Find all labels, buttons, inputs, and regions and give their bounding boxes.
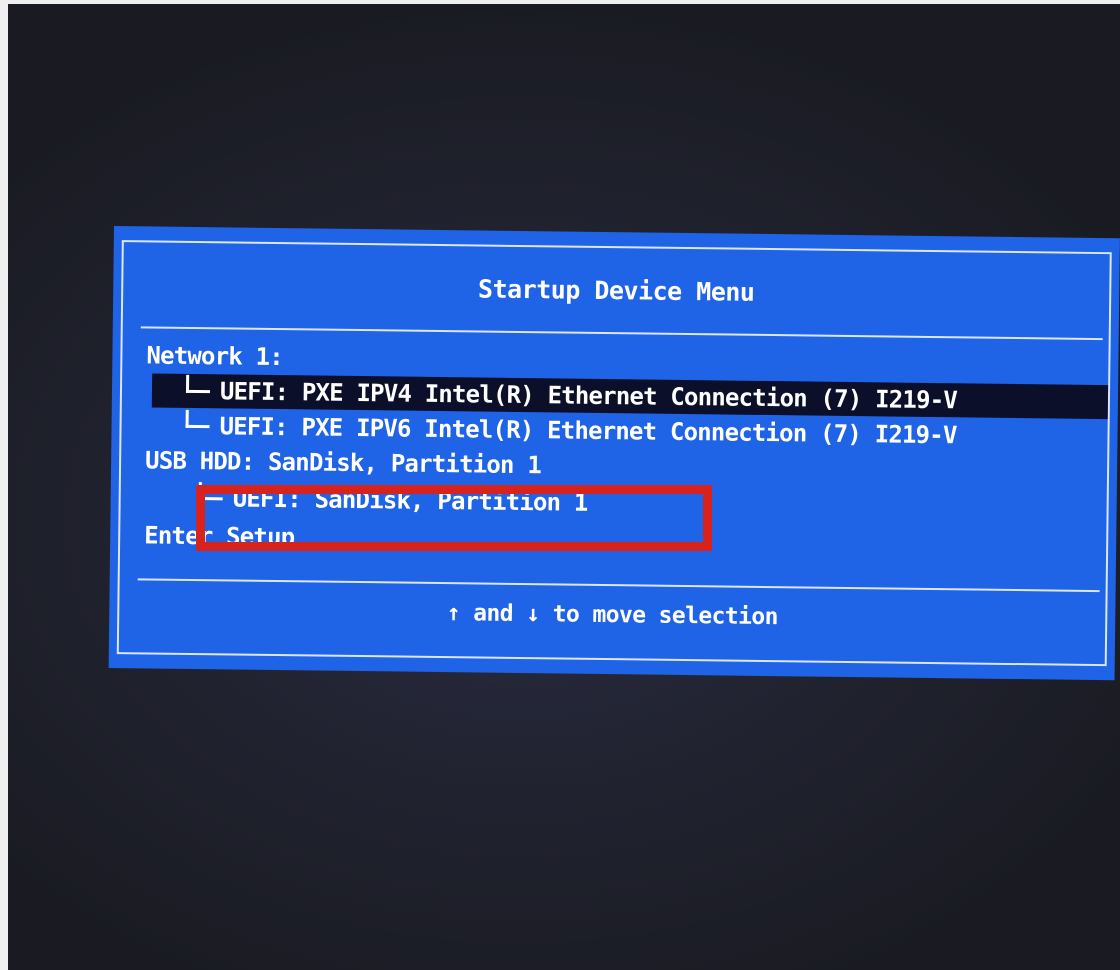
tree-branch-icon [185, 374, 211, 394]
menu-item-label: USB HDD: SanDisk, Partition 1 [144, 446, 542, 480]
menu-item-label: UEFI: PXE IPV4 Intel(R) Ethernet Connect… [219, 377, 958, 415]
photo-edge-top [0, 0, 1120, 4]
menu-item-label: UEFI: PXE IPV6 Intel(R) Ethernet Connect… [219, 412, 957, 450]
startup-device-menu: Startup Device Menu Network 1: UEFI: PXE… [108, 226, 1120, 681]
menu-item-label: Network 1: [146, 341, 284, 372]
annotation-highlight-box [196, 485, 712, 551]
photo-edge-left [0, 0, 8, 970]
tree-branch-icon [185, 409, 210, 429]
